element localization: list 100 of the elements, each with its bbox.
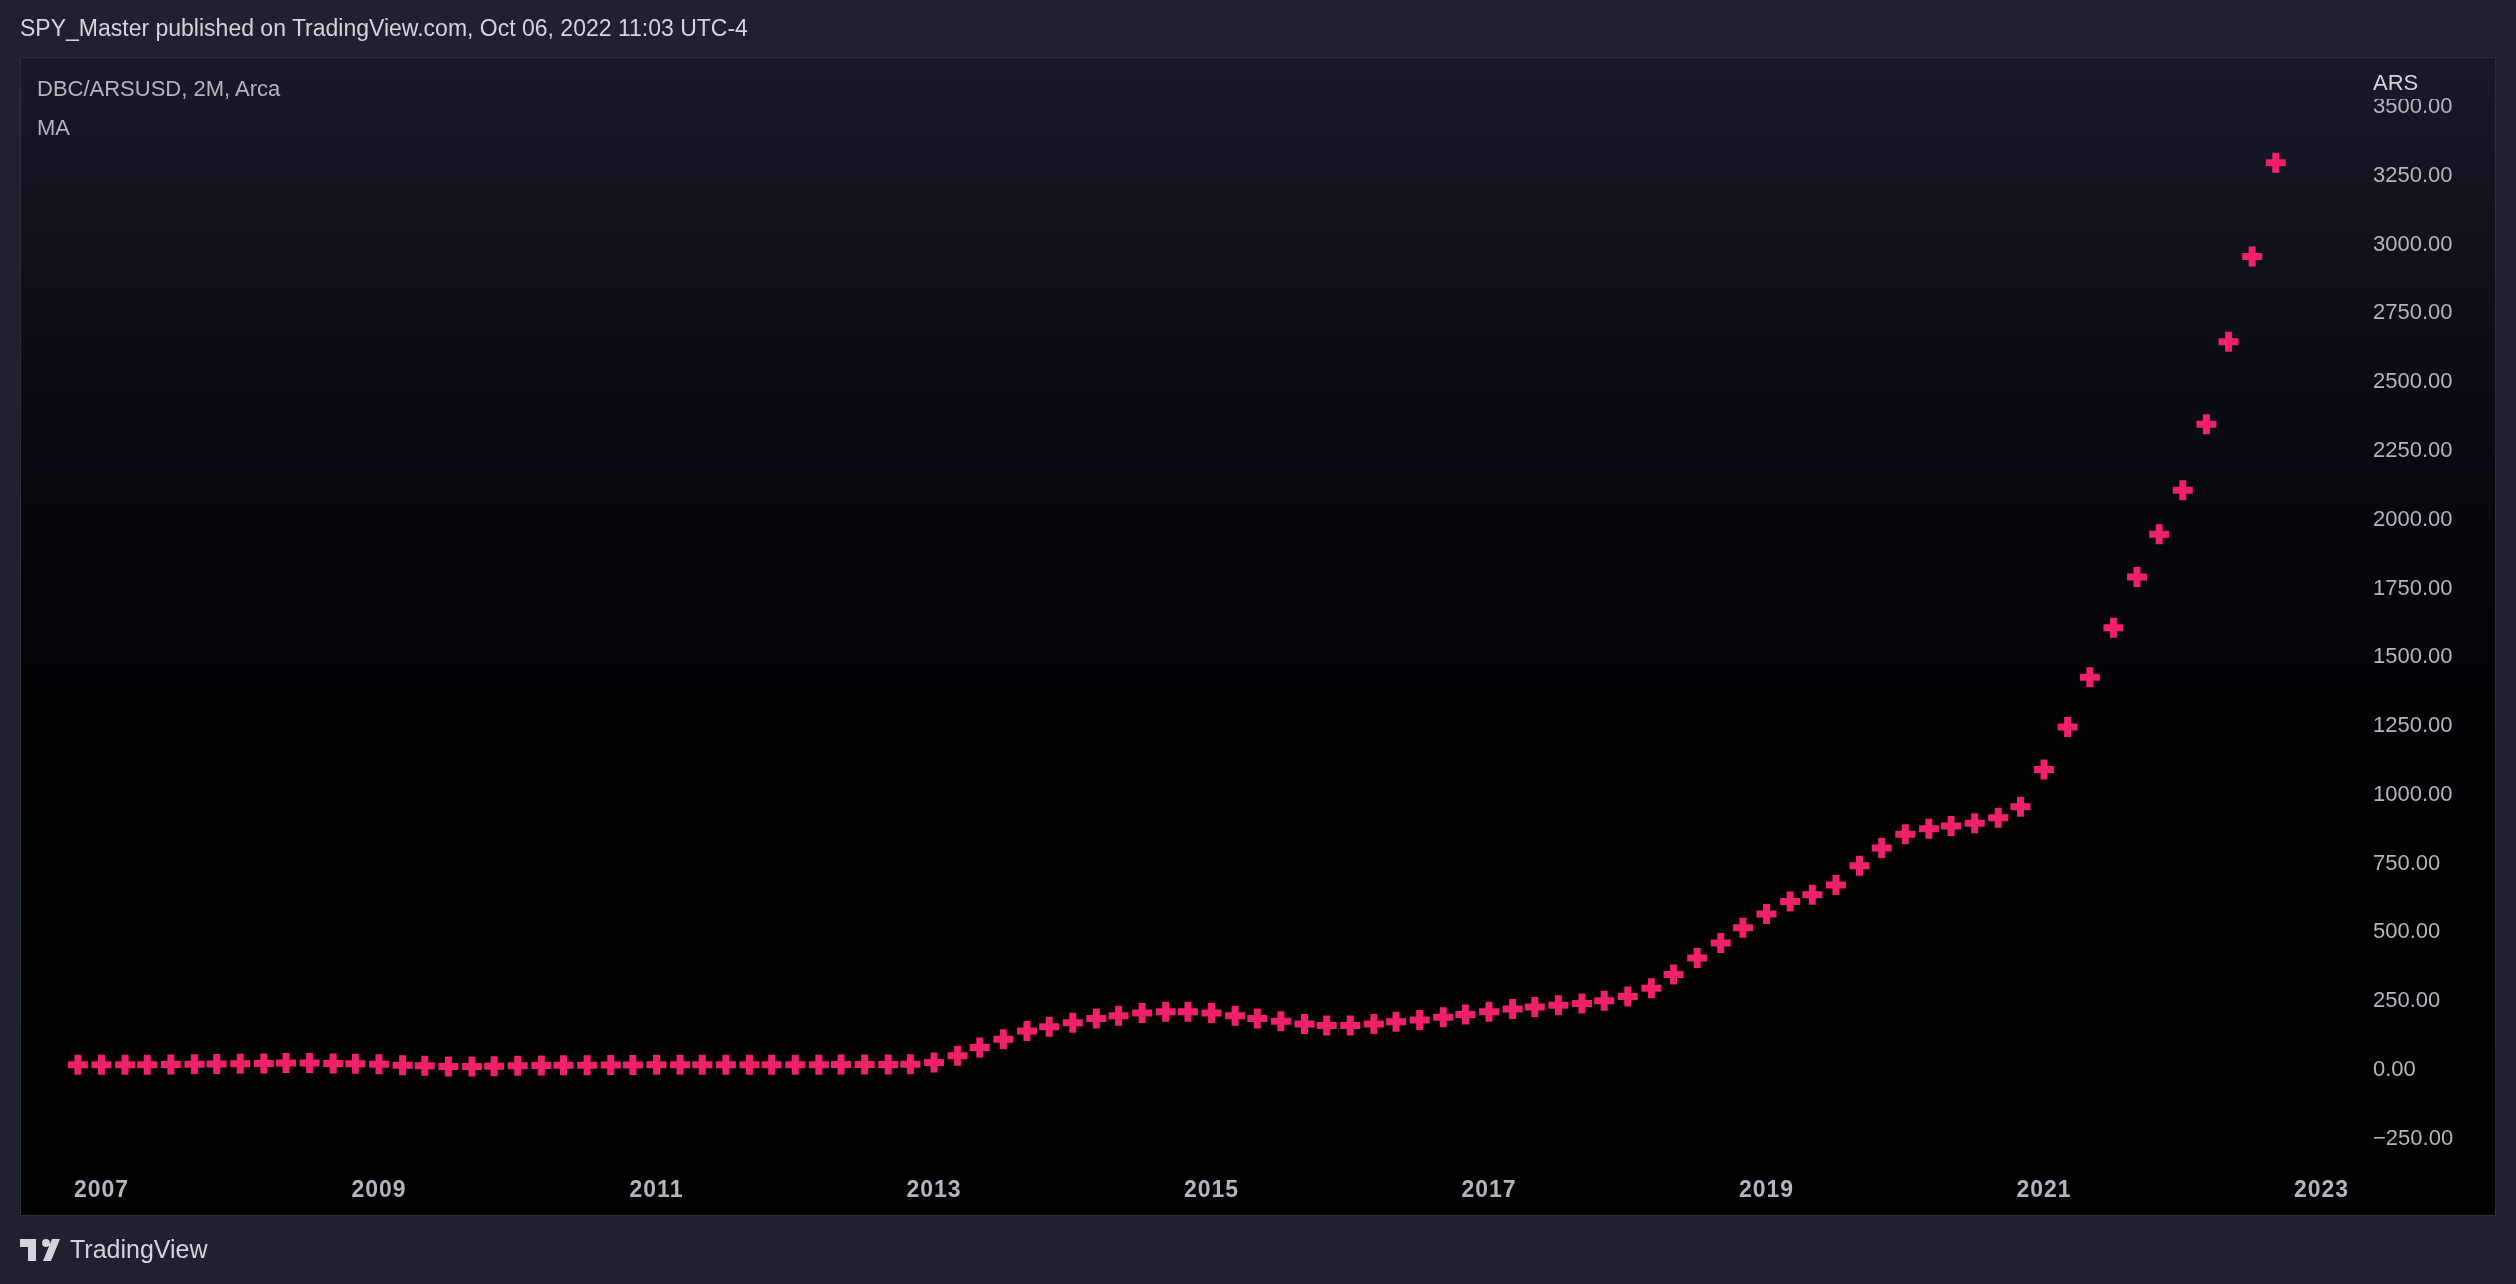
plus-marker — [1294, 1014, 1315, 1035]
plus-marker — [67, 1054, 88, 1075]
price-axis-label: 1500.00 — [2373, 641, 2453, 670]
plus-marker — [2172, 480, 2193, 501]
plus-marker — [1663, 964, 1684, 985]
plus-marker — [531, 1055, 552, 1076]
plus-marker — [1177, 1001, 1198, 1022]
plus-marker — [1524, 997, 1545, 1017]
plus-marker — [230, 1053, 251, 1074]
plus-marker — [2034, 759, 2055, 780]
plus-marker — [692, 1054, 713, 1075]
plus-marker — [1155, 1001, 1176, 1022]
plus-marker — [323, 1053, 344, 1074]
time-axis-label: 2015 — [1183, 1175, 1240, 1204]
plus-marker — [785, 1054, 806, 1075]
time-axis-label: 2007 — [73, 1175, 130, 1204]
plus-marker — [1409, 1009, 1430, 1030]
plus-marker — [1433, 1007, 1454, 1028]
plus-marker — [808, 1054, 829, 1075]
plus-marker — [91, 1054, 112, 1075]
plus-marker — [1849, 855, 1870, 876]
plus-marker — [2103, 617, 2124, 638]
plus-marker — [969, 1037, 990, 1058]
price-axis-label: 750.00 — [2373, 848, 2441, 877]
symbol-legend: DBC/ARSUSD, 2M, Arca — [37, 72, 281, 105]
plus-marker — [1108, 1005, 1129, 1026]
plus-marker — [1502, 998, 1523, 1019]
plus-marker — [2127, 566, 2147, 587]
plus-marker — [2196, 414, 2217, 435]
plus-marker — [184, 1054, 205, 1075]
plus-marker — [1086, 1008, 1107, 1029]
plus-marker — [993, 1029, 1014, 1050]
price-axis-label: 2500.00 — [2373, 366, 2453, 395]
plus-marker — [1270, 1011, 1291, 1032]
price-axis-label: 1250.00 — [2373, 710, 2453, 739]
price-axis-label: 500.00 — [2373, 917, 2441, 945]
plus-marker — [2057, 716, 2078, 737]
plus-marker — [2242, 246, 2263, 267]
brand-name: TradingView — [70, 1234, 208, 1266]
plus-marker — [1780, 891, 1801, 912]
plus-marker — [369, 1054, 389, 1075]
plus-marker — [2265, 152, 2286, 173]
plus-marker — [1732, 917, 1753, 938]
plus-marker — [253, 1053, 274, 1074]
plus-marker — [1201, 1003, 1222, 1024]
plus-marker — [577, 1055, 598, 1076]
time-axis-label: 2017 — [1461, 1175, 1517, 1204]
plus-marker — [206, 1053, 227, 1074]
plus-marker — [739, 1054, 760, 1075]
plus-marker — [831, 1054, 852, 1075]
time-axis-label: 2013 — [906, 1175, 962, 1204]
price-axis-label: 2250.00 — [2373, 435, 2453, 464]
plus-marker — [392, 1055, 413, 1076]
plus-marker — [1941, 815, 1962, 836]
plus-marker — [900, 1054, 921, 1075]
plus-marker — [878, 1054, 899, 1075]
plus-marker — [670, 1054, 691, 1075]
plus-marker — [1225, 1005, 1246, 1026]
plus-marker — [947, 1045, 968, 1066]
plus-marker — [345, 1053, 366, 1074]
plus-marker — [924, 1052, 944, 1073]
plus-marker — [1687, 948, 1708, 968]
price-axis-label: 0.00 — [2373, 1054, 2416, 1083]
plus-marker — [414, 1055, 435, 1076]
plus-marker — [1062, 1012, 1083, 1033]
plus-marker — [1756, 904, 1777, 924]
plus-marker — [553, 1055, 574, 1076]
price-axis-label: 1750.00 — [2373, 573, 2453, 602]
plus-marker — [1247, 1008, 1268, 1029]
time-axis-label: 2019 — [1738, 1175, 1795, 1204]
plus-marker — [1988, 807, 2009, 828]
plus-marker — [1548, 995, 1569, 1016]
plus-marker — [1918, 818, 1939, 839]
plus-marker — [1039, 1016, 1060, 1037]
plus-marker — [160, 1054, 181, 1075]
plus-marker — [461, 1056, 482, 1077]
plus-marker — [1479, 1001, 1500, 1022]
price-axis-label: 2750.00 — [2373, 297, 2453, 326]
publish-info: SPY_Master published on TradingView.com, Oct 06, 2022 11:03 UTC-4 — [20, 14, 748, 44]
plus-marker — [1802, 884, 1823, 905]
price-axis-label: 250.00 — [2373, 985, 2441, 1014]
plus-marker — [1386, 1011, 1407, 1032]
plus-marker — [2149, 524, 2170, 545]
plus-marker — [438, 1056, 459, 1077]
time-axis-label: 2009 — [351, 1175, 407, 1204]
price-axis-label: 3250.00 — [2373, 160, 2453, 189]
plus-marker — [1710, 932, 1731, 953]
plus-marker — [1016, 1020, 1037, 1041]
tradingview-logo-icon — [20, 1239, 60, 1261]
plus-marker — [1871, 837, 1892, 858]
indicator-legend: MA — [37, 111, 281, 144]
plus-marker — [600, 1055, 621, 1076]
plus-marker — [1964, 813, 1985, 834]
plus-marker — [276, 1053, 296, 1074]
plus-marker — [137, 1054, 158, 1075]
price-axis-label: 2000.00 — [2373, 504, 2453, 533]
plus-marker — [1363, 1014, 1384, 1035]
price-axis-label: 3000.00 — [2373, 229, 2453, 258]
plus-marker — [2218, 331, 2239, 352]
plus-marker — [715, 1054, 736, 1075]
